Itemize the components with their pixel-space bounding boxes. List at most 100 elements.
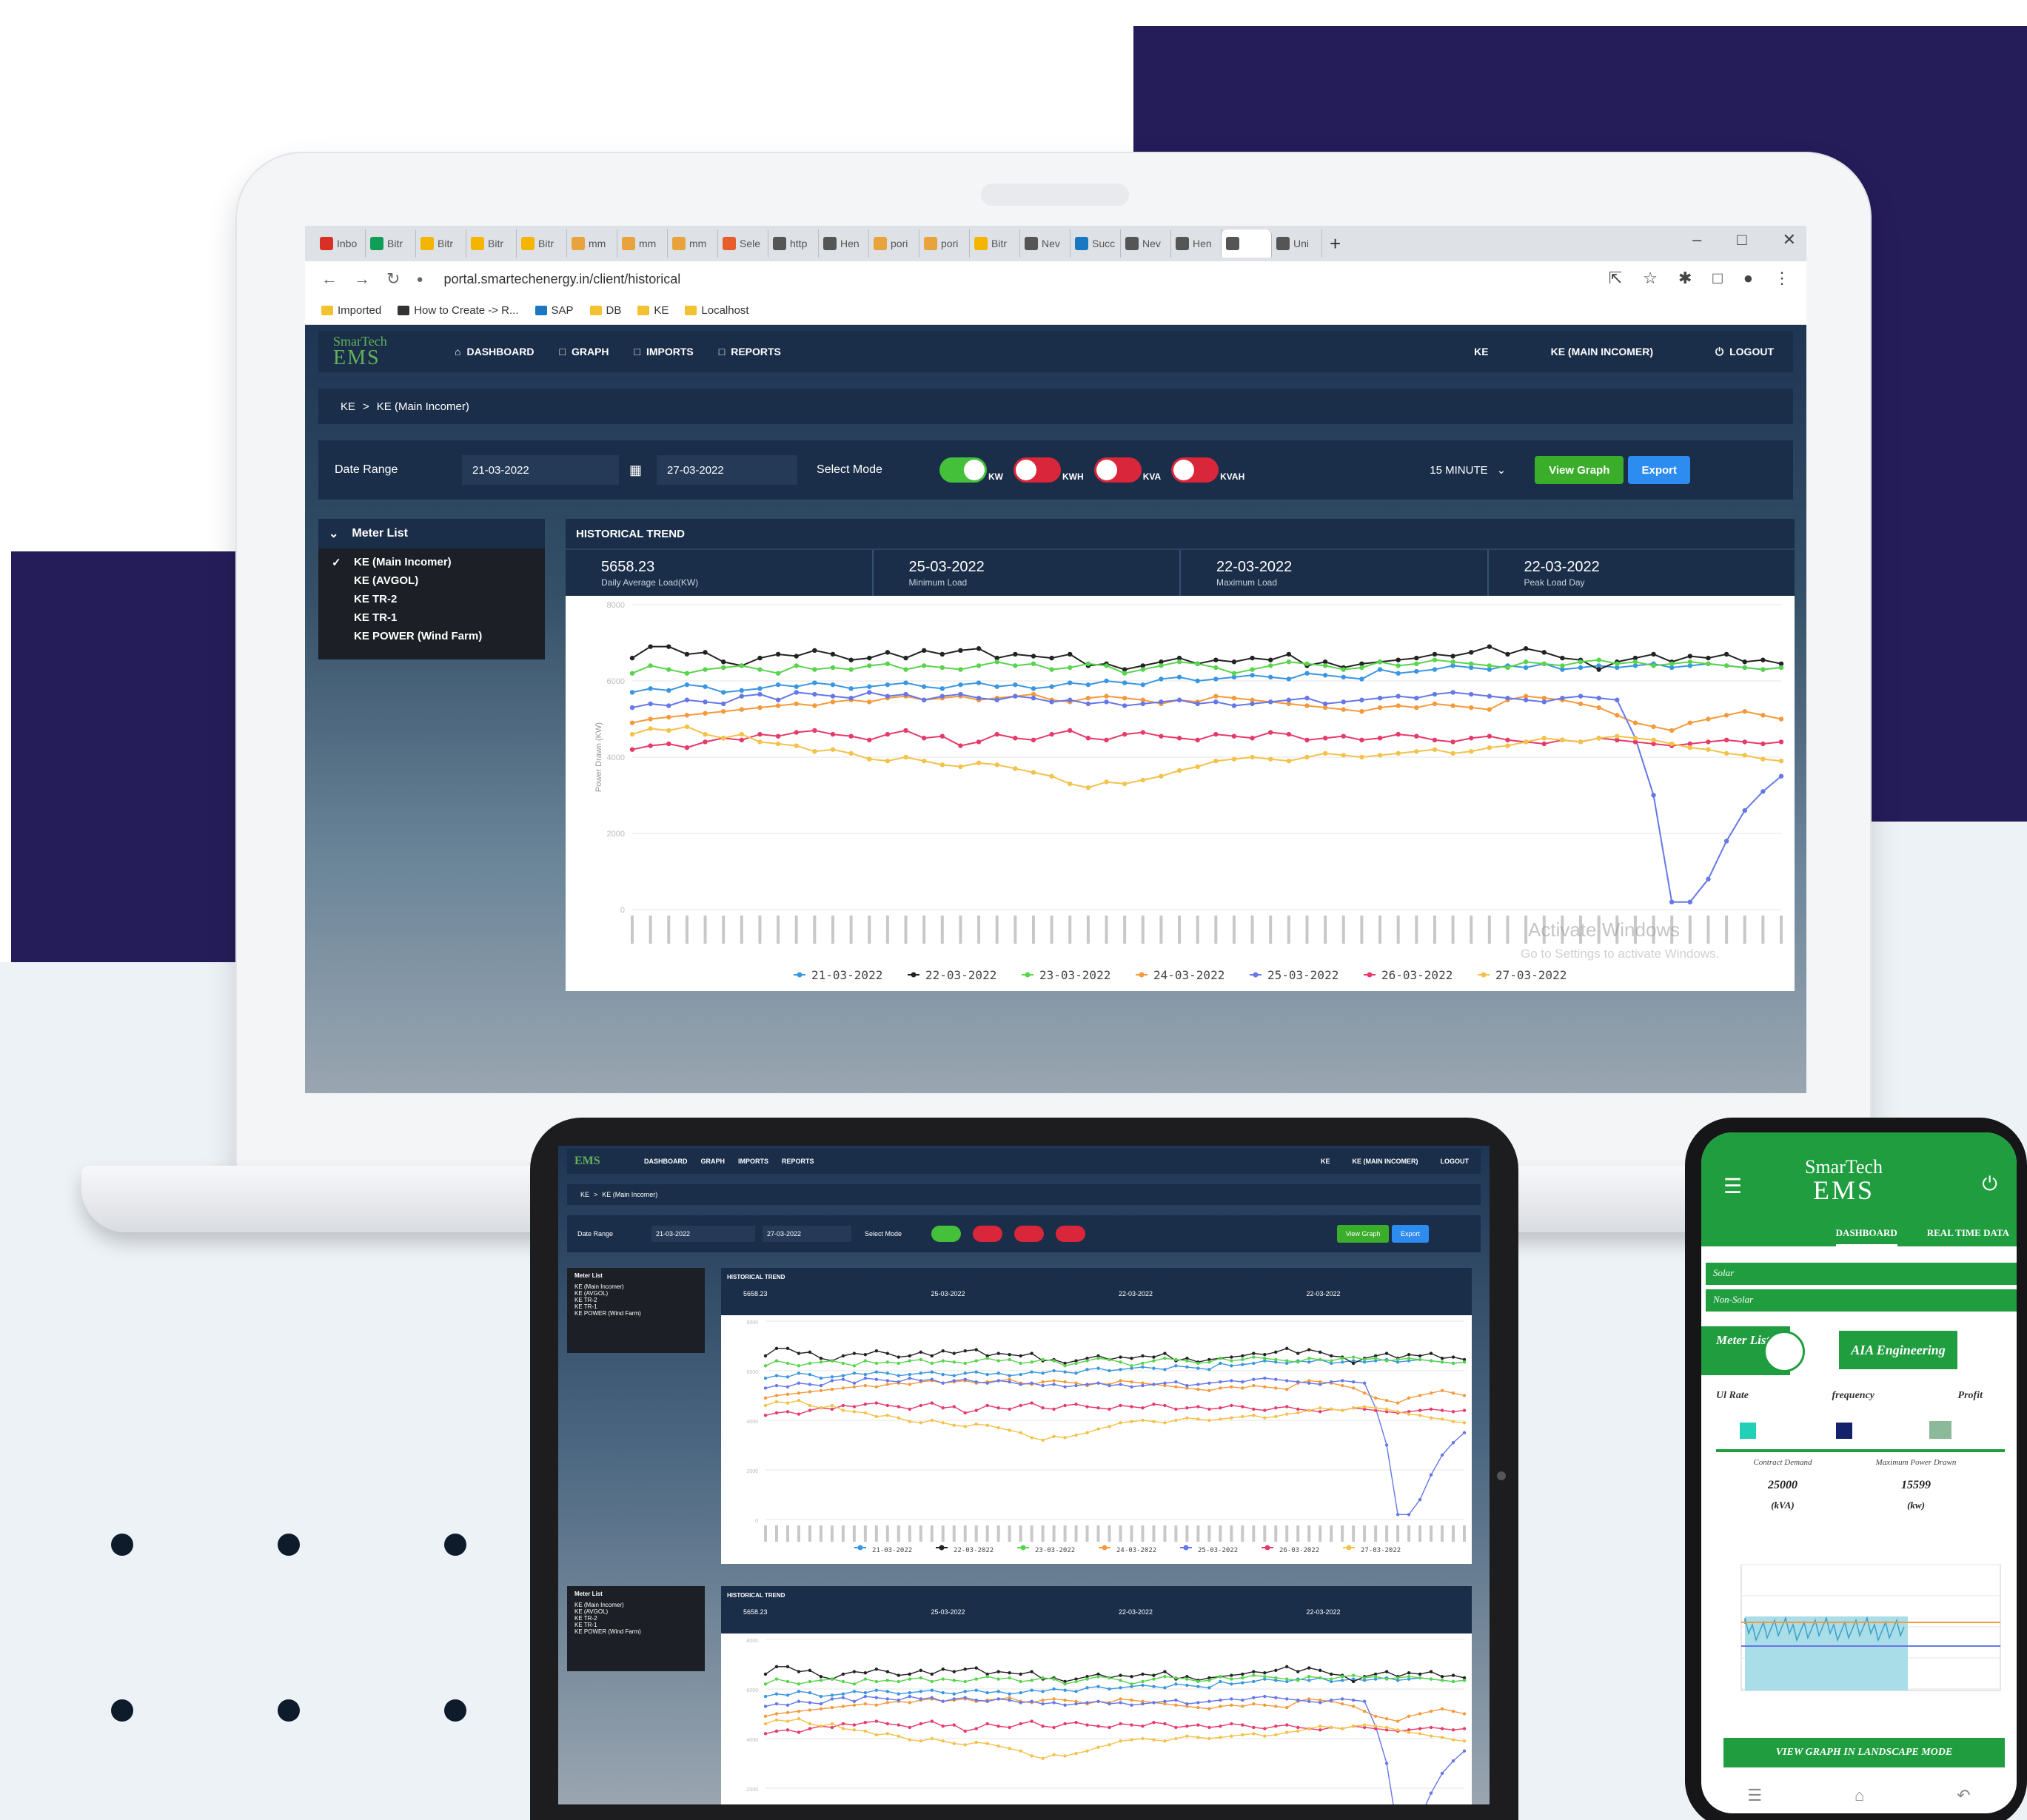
browser-tab[interactable]: Bitr xyxy=(466,229,517,258)
tablet-meter-item[interactable]: KE TR-2 xyxy=(574,1297,697,1303)
legend-label[interactable]: 26-03-2022 xyxy=(1279,1547,1319,1554)
browser-tab[interactable]: mm xyxy=(668,229,718,258)
nav-imports[interactable]: □ IMPORTS xyxy=(634,346,694,357)
back-icon[interactable]: ↶ xyxy=(1957,1786,1970,1805)
browser-tab[interactable]: Bitr xyxy=(517,229,567,258)
calendar-icon[interactable]: ▦ xyxy=(629,463,642,478)
tablet-nav-ke[interactable]: KE xyxy=(1321,1158,1330,1165)
url-field[interactable]: portal.smartechenergy.in/client/historic… xyxy=(444,272,681,287)
meter-list-header[interactable]: ⌄ Meter List xyxy=(318,519,545,548)
date-to-field[interactable]: 27-03-2022 xyxy=(657,455,798,485)
legend-label[interactable]: 24-03-2022 xyxy=(1116,1547,1156,1554)
tablet-meter-item[interactable]: KE TR-2 xyxy=(574,1615,697,1622)
tablet-logo[interactable]: EMS xyxy=(567,1155,634,1166)
tablet-toggle-kw[interactable] xyxy=(931,1226,961,1242)
extensions-icon[interactable]: ✱ xyxy=(1678,269,1692,288)
export-button[interactable]: Export xyxy=(1628,456,1691,484)
browser-tab[interactable]: Bitr xyxy=(416,229,466,258)
nav-ke[interactable]: KE xyxy=(1474,346,1488,358)
browser-tab[interactable]: Nev xyxy=(1020,229,1071,258)
tablet-nav-dashboard[interactable]: DASHBOARD xyxy=(644,1158,688,1165)
browser-tab[interactable]: Bitr xyxy=(970,229,1020,258)
star-icon[interactable]: ☆ xyxy=(1643,269,1658,288)
tablet-meter-item[interactable]: KE POWER (Wind Farm) xyxy=(574,1628,697,1635)
meter-item[interactable]: KE TR-1 xyxy=(318,608,545,627)
legend-label[interactable]: 23-03-2022 xyxy=(1039,968,1110,982)
tablet-meter-item[interactable]: KE (AVGOL) xyxy=(574,1290,697,1297)
bookmark[interactable]: KE xyxy=(637,304,669,317)
legend-label[interactable]: 22-03-2022 xyxy=(925,968,996,982)
view-graph-button[interactable]: View Graph xyxy=(1535,456,1624,484)
date-from-field[interactable]: 21-03-2022 xyxy=(462,455,619,485)
tablet-meter-item[interactable]: KE (AVGOL) xyxy=(574,1608,697,1615)
power-icon[interactable]: ⏻ xyxy=(1982,1172,1997,1196)
legend-label[interactable]: 21-03-2022 xyxy=(811,968,882,982)
tablet-trend-chart[interactable]: 0200040006000800021-03-2022 22-03-2022 23-… xyxy=(721,1315,1472,1564)
browser-tab[interactable]: Hen xyxy=(1171,229,1222,258)
nav-dashboard[interactable]: ⌂ DASHBOARD xyxy=(455,346,534,357)
bookmark[interactable]: SAP xyxy=(535,304,574,317)
browser-tab[interactable]: Bitr xyxy=(366,229,416,258)
new-tab-icon[interactable]: + xyxy=(1330,232,1341,255)
tablet-export-button[interactable]: Export xyxy=(1392,1225,1429,1243)
phone-tab-dashboard[interactable]: DASHBOARD xyxy=(1835,1220,1897,1246)
mode-toggle-kwh[interactable] xyxy=(1013,457,1062,483)
tablet-meter-item[interactable]: KE POWER (Wind Farm) xyxy=(574,1310,697,1317)
meter-item[interactable]: ✓ KE (Main Incomer) xyxy=(318,553,545,571)
smartech-logo[interactable]: SmarTech EMS xyxy=(318,331,429,372)
breadcrumb-root[interactable]: KE xyxy=(341,400,355,413)
browser-tab[interactable]: pori xyxy=(919,229,970,258)
meter-item[interactable]: KE TR-2 xyxy=(318,590,545,608)
nav-graph[interactable]: □ GRAPH xyxy=(559,346,609,357)
tablet-toggle-kva[interactable] xyxy=(1014,1226,1044,1242)
forward-icon[interactable]: → xyxy=(354,269,370,289)
legend-label[interactable]: 25-03-2022 xyxy=(1267,968,1339,982)
nav-reports[interactable]: □ REPORTS xyxy=(719,346,781,357)
legend-label[interactable]: 25-03-2022 xyxy=(1198,1547,1238,1554)
phone-tab-realtime[interactable]: REAL TIME DATA xyxy=(1927,1220,2009,1246)
browser-tab[interactable]: http xyxy=(768,229,819,258)
tablet-toggle-kwh[interactable] xyxy=(973,1226,1002,1242)
interval-select[interactable]: 15 MINUTE ⌄ xyxy=(1419,455,1524,485)
recent-apps-icon[interactable]: ☰ xyxy=(1747,1786,1762,1805)
phone-row-solar[interactable]: Solar xyxy=(1706,1263,2017,1285)
legend-label[interactable]: 26-03-2022 xyxy=(1381,968,1453,982)
browser-tab[interactable]: mm xyxy=(567,229,617,258)
tablet-nav-imports[interactable]: IMPORTS xyxy=(738,1158,768,1165)
browser-tab[interactable]: Hen xyxy=(819,229,869,258)
maximize-icon[interactable]: □ xyxy=(1737,230,1746,249)
home-icon[interactable]: ⌂ xyxy=(1855,1786,1864,1805)
hamburger-icon[interactable]: ☰ xyxy=(1723,1174,1742,1198)
mode-toggle-kvah[interactable] xyxy=(1171,457,1219,483)
browser-tab[interactable] xyxy=(1222,229,1272,258)
bookmark[interactable]: How to Create -> R... xyxy=(398,304,519,317)
legend-label[interactable]: 21-03-2022 xyxy=(872,1547,912,1554)
logout-button[interactable]: ⏻ LOGOUT xyxy=(1715,346,1774,358)
tablet-meter-item[interactable]: KE (Main Incomer) xyxy=(574,1602,697,1608)
bookmark[interactable]: DB xyxy=(589,304,621,317)
browser-tab[interactable]: Inbo xyxy=(315,229,366,258)
tablet-meter-item[interactable]: KE (Main Incomer) xyxy=(574,1283,697,1290)
legend-label[interactable]: 27-03-2022 xyxy=(1495,968,1567,982)
tablet-view-graph-button[interactable]: View Graph xyxy=(1337,1225,1389,1243)
meter-item[interactable]: KE (AVGOL) xyxy=(318,571,545,590)
browser-tab[interactable]: Uni xyxy=(1272,229,1322,258)
minimize-icon[interactable]: – xyxy=(1692,230,1701,249)
nav-ke-main-incomer[interactable]: KE (MAIN INCOMER) xyxy=(1551,346,1653,358)
tablet-date-to[interactable]: 27-03-2022 xyxy=(763,1226,851,1242)
tablet-nav-ke-main[interactable]: KE (MAIN INCOMER) xyxy=(1353,1158,1418,1165)
phone-row-nonsolar[interactable]: Non-Solar xyxy=(1706,1289,2017,1312)
reload-icon[interactable]: ↻ xyxy=(386,269,400,289)
sidepanel-icon[interactable]: □ xyxy=(1712,269,1722,288)
back-icon[interactable]: ← xyxy=(321,269,338,289)
view-landscape-button[interactable]: VIEW GRAPH IN LANDSCAPE MODE xyxy=(1723,1738,2005,1767)
mode-toggle-kw[interactable] xyxy=(939,457,988,483)
tablet-meter-item[interactable]: KE TR-1 xyxy=(574,1303,697,1310)
legend-label[interactable]: 22-03-2022 xyxy=(954,1547,994,1554)
browser-tab[interactable]: Succ xyxy=(1071,229,1121,258)
legend-label[interactable]: 27-03-2022 xyxy=(1361,1547,1401,1554)
legend-label[interactable]: 24-03-2022 xyxy=(1153,968,1224,982)
tablet-meter-item[interactable]: KE TR-1 xyxy=(574,1622,697,1628)
bookmark[interactable]: Imported xyxy=(321,304,381,317)
phone-company[interactable]: AIA Engineering xyxy=(1839,1331,1957,1369)
